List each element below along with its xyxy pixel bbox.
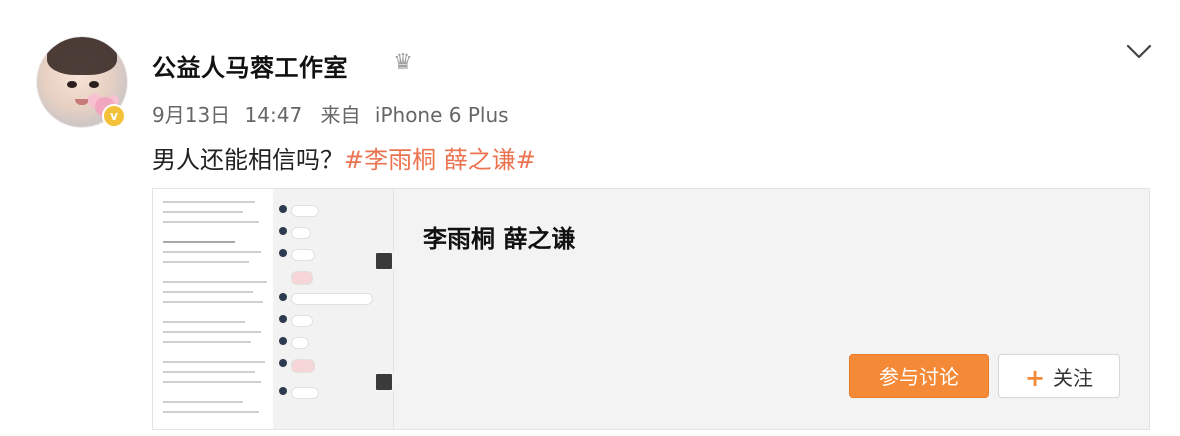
thumbnail-line [163,341,251,343]
chat-bubble [291,227,311,239]
join-discussion-button[interactable]: 参与讨论 [849,354,989,398]
thumbnail-line [163,361,265,363]
post-date: 9月13日 [152,103,231,127]
thumbnail-line [163,411,259,413]
chat-avatar-dot [279,387,287,395]
chat-bubble [291,359,315,373]
follow-button-label: 关注 [1053,366,1094,390]
chat-avatar-dot [279,205,287,213]
post-content: 男人还能相信吗？#李雨桐 薛之谦# [152,140,536,175]
post-source-prefix: 来自 [320,103,361,127]
chat-bubble [291,387,319,399]
thumbnail-line [163,401,243,403]
thumbnail-line [163,301,263,303]
thumbnail-line [163,281,267,283]
chat-avatar-dot [279,293,287,301]
thumbnail-line [163,241,235,243]
post-device[interactable]: iPhone 6 Plus [375,103,509,127]
crown-icon: ♛ [393,50,413,75]
chat-avatar-dot [279,359,287,367]
thumbnail-line [163,291,253,293]
thumbnail-line [163,211,243,213]
chat-avatar-dot [279,337,287,345]
avatar-mouth [75,99,89,105]
chat-avatar-dot [279,315,287,323]
chat-bubble [291,315,313,327]
thumbnail-line [163,321,245,323]
play-icon[interactable] [374,251,394,271]
thumbnail-line [163,201,255,203]
thumbnail-line [163,331,261,333]
follow-button[interactable]: + 关注 [998,354,1120,398]
post-meta: 9月13日 14:47 来自 iPhone 6 Plus [152,99,517,128]
thumbnail-chat [273,189,394,429]
topic-card-thumbnail[interactable] [153,189,394,429]
chat-avatar-dot [279,249,287,257]
thumbnail-document [153,189,273,429]
thumbnail-line [163,261,249,263]
post-text: 男人还能相信吗？ [152,146,344,174]
chat-avatar-dot [279,227,287,235]
thumbnail-line [163,251,261,253]
post-topic-link[interactable]: #李雨桐 薛之谦# [344,146,536,174]
post-author-name[interactable]: 公益人马蓉工作室 [152,48,348,83]
chat-bubble [291,293,373,305]
thumbnail-line [163,221,259,223]
topic-card[interactable]: 李雨桐 薛之谦 参与讨论 + 关注 [152,188,1150,430]
plus-icon: + [1024,364,1046,392]
chat-bubble [291,205,319,217]
chat-bubble [291,337,309,349]
avatar-eye-right [89,81,99,88]
chat-bubble [291,249,315,261]
play-icon[interactable] [374,372,394,392]
avatar-eye-left [67,81,77,88]
chat-bubble [291,271,313,285]
chevron-down-icon[interactable] [1122,34,1156,68]
topic-card-title[interactable]: 李雨桐 薛之谦 [423,219,575,254]
thumbnail-line [163,371,255,373]
thumbnail-line [163,381,261,383]
post-time: 14:47 [244,103,303,127]
verified-badge-icon: v [102,104,126,128]
avatar-hair [47,37,117,75]
